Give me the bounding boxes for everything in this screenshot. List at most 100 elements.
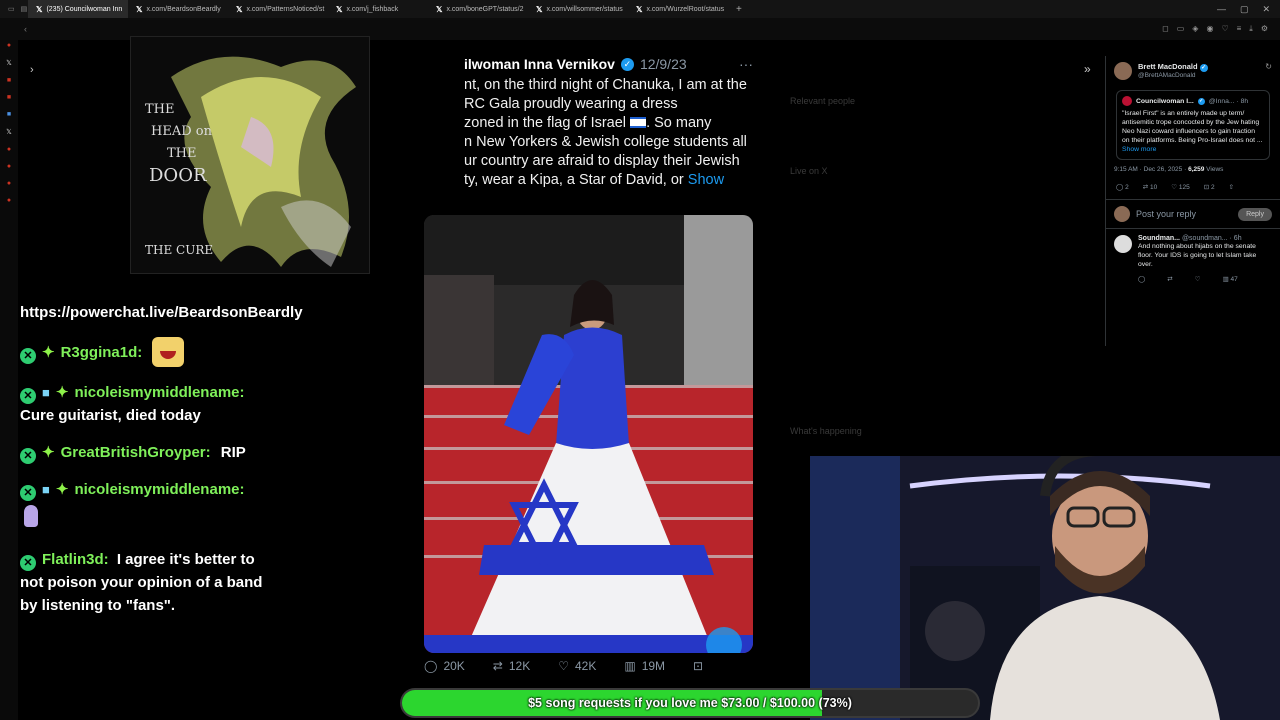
expand-panel-icon[interactable]: › — [30, 64, 34, 76]
tweet-line-text: . So many — [646, 115, 712, 131]
collapse-panel-icon[interactable]: » — [1084, 62, 1091, 76]
quoted-header: Councilwoman I... ✓ @Inna... · 8h — [1122, 96, 1264, 106]
app-icon[interactable]: ■ — [7, 94, 11, 101]
mod-badge-icon: ✕ — [20, 348, 36, 364]
tab-list-icon[interactable]: ▤ — [21, 5, 28, 13]
panel-author-name[interactable]: Brett MacDonald ✓ — [1138, 62, 1208, 72]
tab[interactable]: 𝕏x.com/j_fishback — [328, 0, 428, 18]
menu-icon[interactable]: ≡ — [1237, 24, 1242, 34]
pin-icon[interactable]: ● — [7, 42, 11, 49]
reply-input[interactable]: Post your reply — [1136, 209, 1232, 219]
more-options-icon[interactable]: ··· — [739, 56, 753, 72]
back-icon[interactable]: ‹ — [24, 24, 27, 34]
quoted-author: Councilwoman I... — [1136, 97, 1194, 105]
extension-icon[interactable]: ◉ — [1206, 24, 1213, 34]
refresh-icon[interactable]: ↻ — [1265, 62, 1272, 80]
reader-icon[interactable]: ▭ — [1177, 24, 1185, 34]
tab[interactable]: 𝕏x.com/WurzelRoot/status — [628, 0, 728, 18]
tab[interactable]: 𝕏x.com/boneGPT/status/2 — [428, 0, 528, 18]
show-more-link[interactable]: Show more — [1122, 145, 1264, 154]
repost-action[interactable]: ⇄ 10 — [1143, 183, 1158, 191]
tab-label: x.com/j_fishback — [346, 5, 399, 13]
tweet-author[interactable]: ilwoman Inna Vernikov — [464, 56, 615, 72]
heart-icon[interactable]: ♡ — [1221, 24, 1228, 34]
chat-text: Cure guitarist, died today — [20, 407, 201, 424]
photo-image — [424, 215, 753, 653]
heart-icon[interactable]: ♡ — [1195, 275, 1201, 283]
tweet-line: zoned in the flag of Israel . So many — [464, 114, 760, 133]
share-icon[interactable]: ⇧ — [1229, 183, 1234, 191]
tab[interactable]: 𝕏x.com/willsommer/status — [528, 0, 628, 18]
bookmark-action[interactable]: ⊡ 2 — [1204, 183, 1215, 191]
reply-action[interactable]: ◯ 20K — [424, 659, 465, 673]
goal-text: $5 song requests if you love me $73.00 /… — [528, 696, 852, 710]
panel-author-handle[interactable]: @BrettAMacDonald — [1138, 72, 1208, 79]
tab-label: x.com/willsommer/status — [546, 5, 623, 13]
chat-username[interactable]: nicoleismymiddlename: — [74, 481, 244, 498]
quoted-tweet[interactable]: Councilwoman I... ✓ @Inna... · 8h "Israe… — [1116, 90, 1270, 160]
download-icon[interactable]: ⤓ — [1249, 24, 1253, 34]
x-logo-icon[interactable]: 𝕏 — [6, 128, 12, 136]
diamond-badge-icon: ✦ — [42, 344, 55, 361]
verified-badge-icon: ✓ — [620, 57, 634, 71]
album-title-line: THE — [167, 146, 197, 161]
views-action[interactable]: ▥ 19M — [624, 659, 665, 673]
settings-icon[interactable]: ⚙ — [1261, 24, 1268, 34]
chat-username[interactable]: GreatBritishGroyper: — [61, 444, 211, 461]
tab-active[interactable]: 𝕏 (235) Councilwoman Inn — [28, 0, 128, 18]
chat-username[interactable]: nicoleismymiddlename: — [74, 384, 244, 401]
close-icon[interactable]: ✕ — [1262, 4, 1270, 15]
bookmark-action[interactable]: ⊡ — [693, 659, 703, 673]
laughing-emote-icon — [152, 337, 185, 367]
app-icon[interactable]: ● — [7, 163, 11, 170]
avatar[interactable] — [1114, 62, 1132, 80]
faint-heading: Live on X — [790, 166, 828, 176]
tab[interactable]: 𝕏x.com/PatternsNoticed/st — [228, 0, 328, 18]
app-icon[interactable]: ■ — [7, 77, 11, 84]
reply-button[interactable]: Reply — [1238, 207, 1272, 221]
show-more-link[interactable]: Show — [688, 172, 724, 188]
minimize-icon[interactable]: — — [1217, 4, 1226, 15]
reply-text: And nothing about hijabs on the senate f… — [1138, 243, 1257, 268]
window-menu-icon[interactable]: ▭ — [8, 5, 15, 13]
tweet-date[interactable]: 12/9/23 — [640, 56, 687, 72]
reply-icon[interactable]: ◯ — [1138, 275, 1145, 283]
new-tab-button[interactable]: + — [728, 4, 750, 15]
x-logo-icon: 𝕏 — [236, 4, 243, 14]
reply-actions: ◯ ⇄ ♡ ▥ 47 — [1138, 275, 1272, 283]
shield-icon[interactable]: ◈ — [1192, 24, 1198, 34]
bookmark-icon[interactable]: ◻ — [1162, 24, 1169, 34]
app-icon[interactable]: ● — [7, 146, 11, 153]
like-action[interactable]: ♡ 125 — [1171, 183, 1190, 191]
views-icon: ▥ — [624, 659, 636, 673]
album-title: THE HEAD on THE DOOR — [145, 99, 212, 187]
chat-link[interactable]: https://powerchat.live/BeardsonBeardly — [20, 302, 303, 323]
panel-author-name-text: Brett MacDonald — [1138, 62, 1198, 71]
tweet-line-text: ty, wear a Kipa, a Star of David, or — [464, 172, 684, 188]
tab[interactable]: 𝕏x.com/BeardsonBeardly — [128, 0, 228, 18]
repost-icon[interactable]: ⇄ — [1167, 275, 1172, 283]
chat-username[interactable]: Flatlin3d: — [42, 551, 109, 568]
chat-username[interactable]: R3gginа1d: — [61, 344, 143, 361]
mod-badge-icon: ✕ — [20, 555, 36, 571]
repost-count: 10 — [1149, 184, 1158, 191]
reply-action[interactable]: ◯ 2 — [1116, 183, 1129, 191]
faint-sidebar: Relevant people Live on X What's happeni… — [780, 56, 1100, 456]
maximize-icon[interactable]: ▢ — [1240, 4, 1249, 15]
diamond-badge-icon: ✦ — [55, 384, 69, 401]
chat-message: ✕ ✦ GreatBritishGroyper: RIP — [20, 441, 265, 464]
repost-action[interactable]: ⇄ 12K — [493, 659, 530, 673]
app-icon[interactable]: ● — [7, 197, 11, 204]
avatar[interactable] — [1114, 235, 1132, 253]
views-action[interactable]: ▥ 47 — [1223, 275, 1238, 283]
album-title-line: THE — [145, 102, 175, 117]
x-logo-icon[interactable]: 𝕏 — [6, 59, 12, 67]
webcam-feed — [810, 456, 1280, 720]
like-action[interactable]: ♡ 42K — [558, 659, 596, 673]
reply-author[interactable]: Soundman... — [1138, 235, 1180, 242]
tweet-photo[interactable] — [424, 215, 753, 653]
app-icon[interactable]: ● — [7, 180, 11, 187]
app-icon[interactable]: ■ — [7, 111, 11, 118]
bookmark-count: 2 — [1210, 184, 1215, 191]
views-count: 6,259 — [1188, 166, 1205, 173]
